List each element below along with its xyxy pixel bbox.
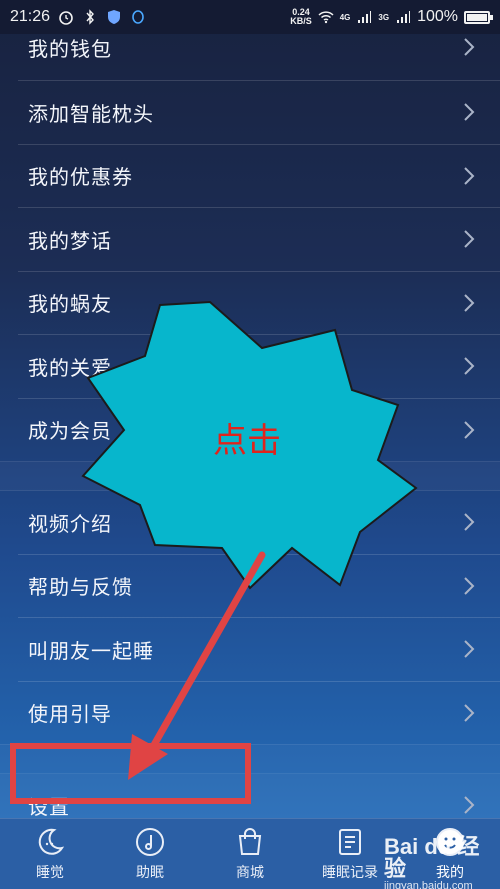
music-note-icon xyxy=(136,828,164,856)
menu-item-label: 添加智能枕头 xyxy=(28,103,154,126)
chevron-right-icon xyxy=(464,513,475,531)
menu-item-label: 我的优惠券 xyxy=(28,167,133,190)
menu-item-label: 我的蜗友 xyxy=(28,294,112,317)
menu-item-label: 叫朋友一起睡 xyxy=(28,640,154,663)
menu-group-help: 视频介绍 帮助与反馈 叫朋友一起睡 使用引导 xyxy=(0,491,500,744)
chevron-right-icon xyxy=(464,167,475,185)
menu-item-label: 成为会员 xyxy=(28,421,112,444)
menu-item-label: 使用引导 xyxy=(28,704,112,727)
baidu-jingyan-watermark: Bai du 经验 jingyan.baidu.com xyxy=(384,836,500,889)
chevron-right-icon xyxy=(464,38,475,56)
chevron-right-icon xyxy=(464,230,475,248)
chevron-right-icon xyxy=(464,294,475,312)
watermark-brand: Bai du 经验 xyxy=(384,834,480,881)
shopping-bag-icon xyxy=(238,828,262,855)
menu-item-label: 我的梦话 xyxy=(28,230,112,253)
document-icon xyxy=(339,829,361,855)
menu-item-care[interactable]: 我的关爱 xyxy=(0,335,500,398)
menu-item-user-guide[interactable]: 使用引导 xyxy=(0,682,500,745)
tab-label: 睡眠记录 xyxy=(322,864,378,880)
tab-label: 商城 xyxy=(236,864,264,880)
menu-item-membership[interactable]: 成为会员 xyxy=(0,399,500,462)
menu-item-wallet[interactable]: 我的钱包 xyxy=(0,14,500,80)
chevron-right-icon xyxy=(464,796,475,814)
chevron-right-icon xyxy=(464,640,475,658)
menu-item-label: 帮助与反馈 xyxy=(28,577,133,600)
menu-item-invite-friends[interactable]: 叫朋友一起睡 xyxy=(0,618,500,681)
menu-item-label: 视频介绍 xyxy=(28,513,112,536)
tab-label: 助眠 xyxy=(136,864,164,880)
menu-group-account: 我的钱包 添加智能枕头 我的优惠券 我的梦话 我的蜗友 我的关爱 成为会员 xyxy=(0,14,500,461)
tab-sleep-aid[interactable]: 助眠 xyxy=(100,819,200,889)
chevron-right-icon xyxy=(464,704,475,722)
menu-item-label: 我的钱包 xyxy=(28,38,112,61)
chevron-right-icon xyxy=(464,421,475,439)
chevron-right-icon xyxy=(464,357,475,375)
section-gap xyxy=(0,744,500,774)
profile-menu: 我的钱包 添加智能枕头 我的优惠券 我的梦话 我的蜗友 我的关爱 成为会员 视频… xyxy=(0,14,500,837)
menu-item-coupons[interactable]: 我的优惠券 xyxy=(0,145,500,208)
tab-sleep[interactable]: 睡觉 xyxy=(0,819,100,889)
menu-item-sleep-talk[interactable]: 我的梦话 xyxy=(0,208,500,271)
tab-label: 睡觉 xyxy=(36,864,64,880)
section-gap xyxy=(0,461,500,491)
moon-icon xyxy=(38,828,65,855)
tab-shop[interactable]: 商城 xyxy=(200,819,300,889)
watermark-url: jingyan.baidu.com xyxy=(384,880,473,889)
menu-item-video-intro[interactable]: 视频介绍 xyxy=(0,491,500,554)
menu-item-label: 设置 xyxy=(28,796,70,819)
menu-item-add-smart-pillow[interactable]: 添加智能枕头 xyxy=(0,81,500,144)
chevron-right-icon xyxy=(464,103,475,121)
menu-item-friends[interactable]: 我的蜗友 xyxy=(0,272,500,335)
menu-item-label: 我的关爱 xyxy=(28,357,112,380)
menu-item-help-feedback[interactable]: 帮助与反馈 xyxy=(0,555,500,618)
chevron-right-icon xyxy=(464,577,475,595)
